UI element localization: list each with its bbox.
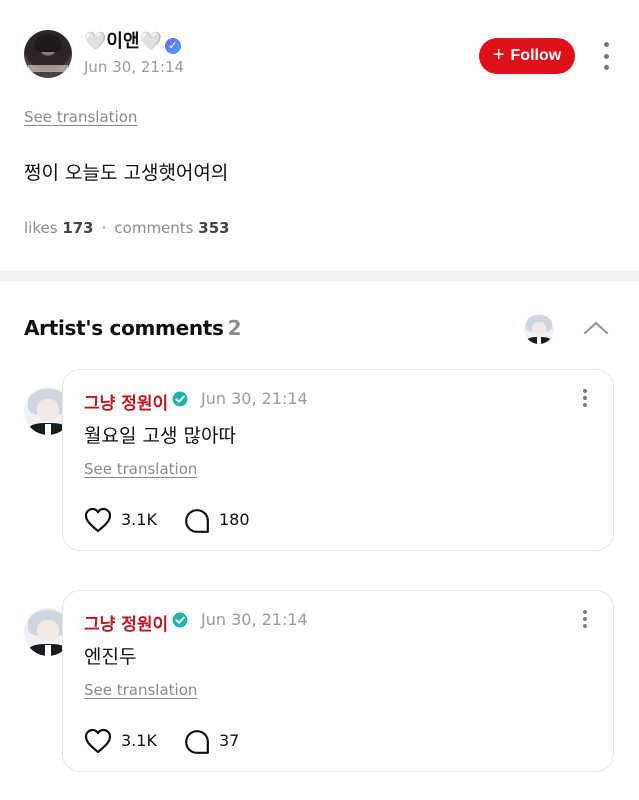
author-avatar[interactable] [24, 30, 72, 78]
artist-comment: 그냥 정원이 Jun 30, 21:14 엔진두 See translation… [24, 590, 614, 772]
comment-date: Jun 30, 21:14 [201, 610, 308, 629]
follow-button[interactable]: + Follow [479, 38, 575, 74]
see-translation-link[interactable]: See translation [24, 108, 137, 126]
artist-comments-label: Artist's comments [24, 316, 224, 340]
reply-count: 37 [219, 731, 240, 750]
more-vertical-icon[interactable] [581, 610, 589, 628]
like-count: 3.1K [121, 731, 157, 750]
author-name-row[interactable]: 🤍이앤🤍 ✓ [84, 30, 181, 54]
comment-text: 엔진두 [84, 646, 137, 668]
heart-icon[interactable] [84, 728, 112, 754]
artist-comments-count: 2 [227, 316, 242, 340]
see-translation-link[interactable]: See translation [84, 681, 197, 699]
chevron-up-icon[interactable] [582, 318, 610, 338]
verified-badge-icon: ✓ [164, 38, 181, 54]
reply-count: 180 [219, 510, 250, 529]
comments-count: 353 [198, 219, 230, 237]
check-circle-icon [172, 612, 188, 628]
section-divider [0, 270, 639, 282]
post-body: 쩡이 오늘도 고생햇어여의 [24, 162, 229, 184]
author-name[interactable]: 🤍이앤🤍 [84, 31, 162, 52]
heart-icon[interactable] [84, 507, 112, 533]
likes-label: likes [24, 219, 58, 237]
comment-author[interactable]: 그냥 정원이 [84, 389, 168, 414]
likes-count: 173 [62, 219, 94, 237]
follow-label: Follow [510, 47, 562, 64]
post-header: 🤍이앤🤍 ✓ Jun 30, 21:14 + Follow [24, 30, 624, 82]
artist-comments-title: Artist's comments 2 [24, 316, 242, 340]
artist-comment: 그냥 정원이 Jun 30, 21:14 월요일 고생 많아따 See tran… [24, 369, 614, 551]
comment-author[interactable]: 그냥 정원이 [84, 610, 168, 635]
comment-date: Jun 30, 21:14 [201, 389, 308, 408]
like-count: 3.1K [121, 510, 157, 529]
more-vertical-icon[interactable] [581, 389, 589, 407]
more-vertical-icon[interactable] [600, 42, 612, 70]
comments-label: comments [114, 219, 194, 237]
see-translation-link[interactable]: See translation [84, 460, 197, 478]
likes-stat[interactable]: likes 173 [24, 219, 94, 237]
check-circle-icon [172, 391, 188, 407]
comment-bubble-icon[interactable] [184, 729, 210, 755]
post-date: Jun 30, 21:14 [84, 58, 185, 76]
artist-avatar[interactable] [524, 314, 554, 344]
comments-stat[interactable]: comments 353 [114, 219, 229, 237]
comment-bubble-icon[interactable] [184, 508, 210, 534]
comment-text: 월요일 고생 많아따 [84, 425, 236, 447]
plus-icon: + [492, 44, 505, 66]
post-stats: likes 173 · comments 353 [24, 219, 230, 237]
